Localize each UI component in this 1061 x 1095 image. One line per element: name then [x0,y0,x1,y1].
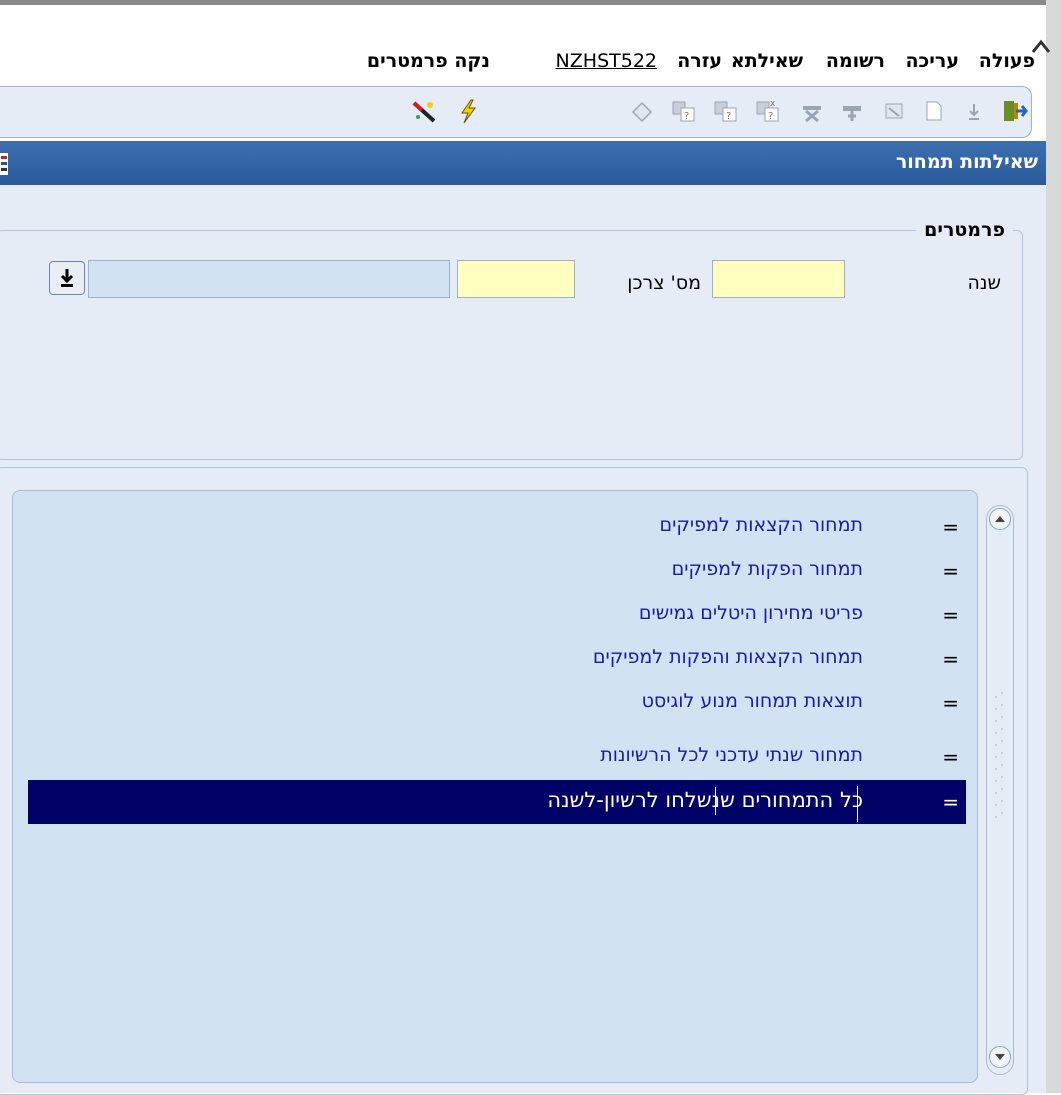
list-item[interactable]: = תמחור הקצאות והפקות למפיקים [28,637,966,681]
window-top-border [0,0,1046,5]
window-menu-icon[interactable] [0,153,10,175]
scroll-down-icon [995,1054,1005,1060]
main-panel: פרמטרים שנה מס' צרכן = תמחור הקצאות למפי… [0,185,1046,1095]
menu-clear-params[interactable]: נקה פרמטרים [367,50,490,72]
new-record-icon[interactable] [920,97,948,125]
list-item-label: תמחור שנתי עדכני לכל הרשיונות [600,744,863,766]
year-label: שנה [967,272,1001,294]
list-item[interactable]: = תמחור הקצאות למפיקים [28,505,966,549]
scroll-thumb-grip-icon[interactable] [992,689,1010,824]
download-icon[interactable] [960,97,988,125]
exit-icon[interactable] [1000,97,1028,125]
menu-help[interactable]: עזרה [677,50,722,72]
form-code: NZHST522 [556,50,657,72]
list-item-label: כל התמחורים שנשלחו לרשיון-לשנה [547,788,863,812]
svg-text:?: ? [726,111,731,122]
list-item-label: פריטי מחירון היטלים גמישים [638,602,863,624]
list-item[interactable]: = תמחור הפקות למפיקים [28,549,966,593]
window-title: שאילתות תמחור [895,151,1038,173]
attach-icon[interactable] [880,97,908,125]
menu-bar: פעולה עריכה רשומה שאילתא עזרה NZHST522 נ… [0,50,1040,82]
list-item-label: תוצאות תמחור מנוע לוגיסט [641,690,863,712]
toolbar: ? x ? ? [0,86,1032,138]
list-item-indicator: = [942,603,959,627]
scroll-up-icon [995,516,1005,522]
menu-query[interactable]: שאילתא [731,50,803,72]
save-icon[interactable] [628,97,656,125]
insert-record-icon[interactable] [838,97,866,125]
list-item[interactable]: = תוצאות תמחור מנוע לוגיסט [28,681,966,725]
list-item-label: תמחור הקצאות למפיקים [659,514,863,536]
list-item[interactable]: = פריטי מחירון היטלים גמישים [28,593,966,637]
download-arrow-icon [60,269,74,287]
query-count-icon[interactable]: ? [670,97,698,125]
parameters-legend: פרמטרים [916,219,1013,241]
list-item-label: תמחור הקצאות והפקות למפיקים [592,646,863,668]
list-item-selected[interactable]: = כל התמחורים שנשלחו לרשיון-לשנה [28,780,966,824]
svg-text:x: x [770,99,776,109]
window-title-bar: שאילתות תמחור [0,141,1046,185]
menu-action[interactable]: פעולה [979,50,1035,72]
list-item-indicator: = [942,790,959,814]
consumer-number-label: מס' צרכן [627,272,701,294]
wand-icon[interactable] [410,97,438,125]
scroll-up-button[interactable] [989,508,1011,530]
lightning-icon[interactable] [454,97,482,125]
list-item-indicator: = [942,515,959,539]
list-item-indicator: = [942,559,959,583]
list-item-indicator: = [942,647,959,671]
window-right-edge [1046,0,1061,1093]
list-scrollbar[interactable] [986,505,1014,1075]
text-cursor [715,787,716,815]
year-field[interactable] [712,260,845,298]
menu-edit[interactable]: עריכה [905,50,959,72]
delete-record-icon[interactable] [798,97,826,125]
consumer-name-field [88,260,450,298]
list-item[interactable]: = תמחור שנתי עדכני לכל הרשיונות [28,735,966,779]
list-item-indicator: = [942,745,959,769]
svg-text:?: ? [768,111,773,122]
list-item-indicator: = [942,691,959,715]
consumer-number-field[interactable] [457,260,575,298]
scroll-down-button[interactable] [989,1046,1011,1068]
query-icon[interactable]: ? [712,97,740,125]
list-item-label: תמחור הפקות למפיקים [671,558,863,580]
form-code-text: NZHST522 [555,50,657,72]
query-all-icon[interactable]: ?x [754,97,782,125]
svg-text:?: ? [684,111,689,122]
list-of-values-button[interactable] [49,261,85,295]
menu-record[interactable]: רשומה [826,50,885,72]
